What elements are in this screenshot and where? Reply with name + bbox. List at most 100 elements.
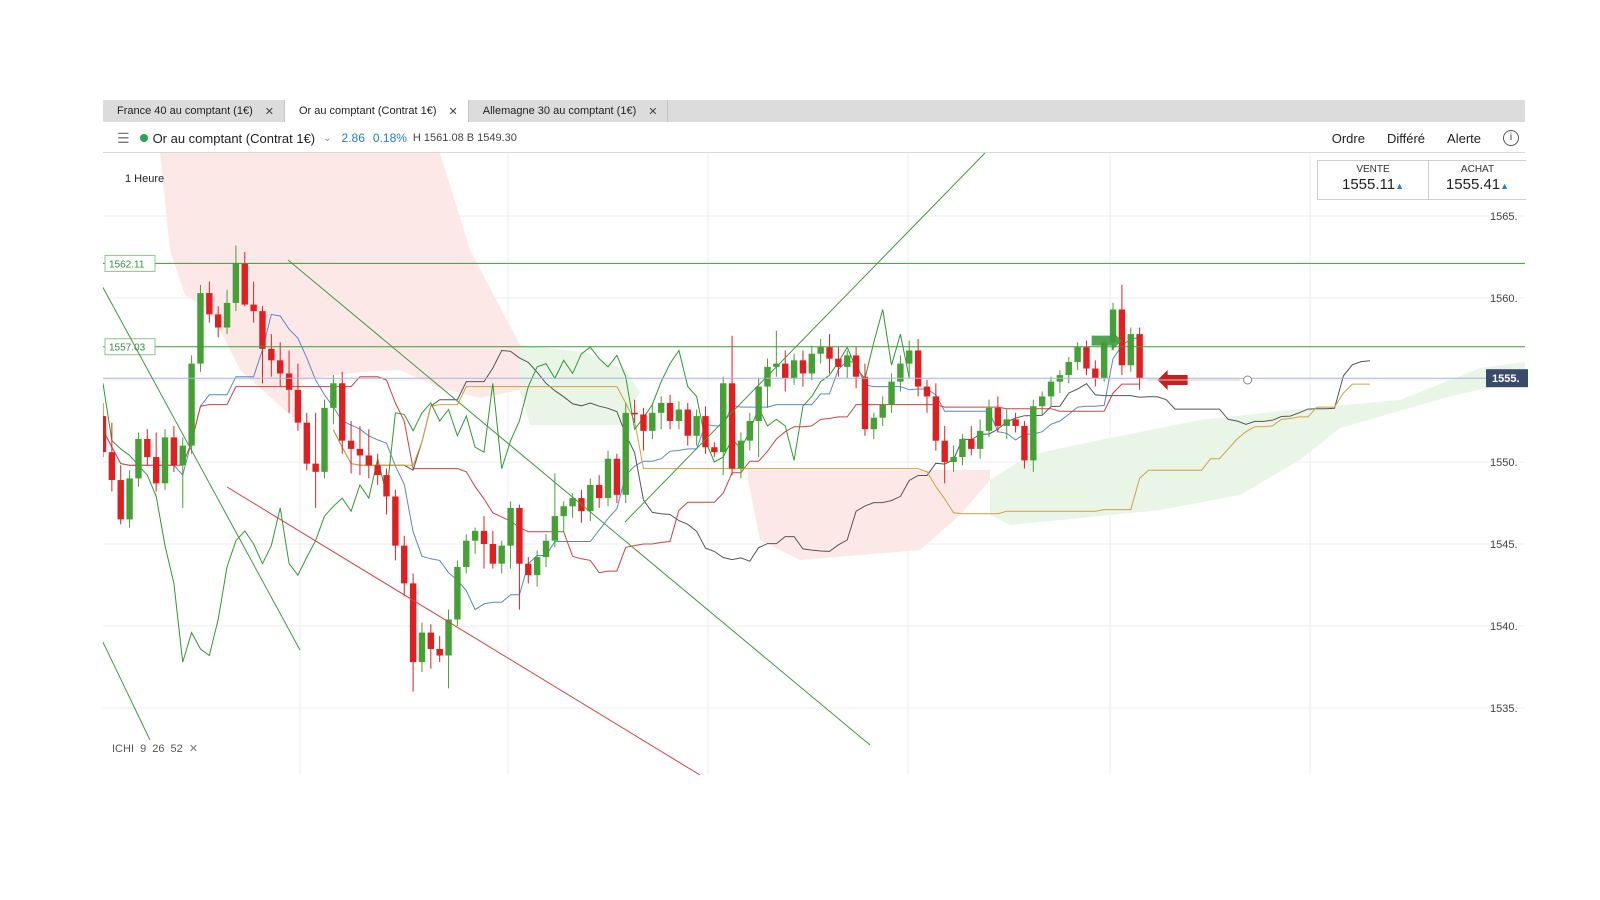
candle-body xyxy=(418,632,426,663)
candle-body xyxy=(250,304,257,312)
sell-price-box[interactable]: VENTE 1555.11▲ xyxy=(1317,160,1429,200)
candle-body xyxy=(1092,368,1099,379)
bullish-cloud xyxy=(990,362,1525,525)
candle-body xyxy=(214,314,222,328)
buy-price-box[interactable]: ACHAT 1555.41▲ xyxy=(1428,160,1526,200)
candle-body xyxy=(649,412,656,431)
candle-body xyxy=(489,544,497,564)
sell-price: 1555.11 xyxy=(1341,176,1396,193)
level-label: 1562.11 xyxy=(109,259,145,270)
candle-body xyxy=(587,484,594,512)
candle-body xyxy=(339,383,346,441)
candle-body xyxy=(516,507,523,564)
level-label: 1557.03 xyxy=(109,343,146,354)
candle-body xyxy=(463,540,470,567)
candle-body xyxy=(923,386,931,397)
candle-body xyxy=(826,347,833,359)
candle-body xyxy=(161,437,169,484)
candle-body xyxy=(976,430,984,449)
candle-body xyxy=(232,263,240,303)
candle-body xyxy=(808,353,815,374)
candle-body xyxy=(613,458,621,495)
candle-body xyxy=(1030,406,1037,461)
candle-body xyxy=(906,350,913,364)
candle-body xyxy=(268,348,275,361)
candle-body xyxy=(303,422,310,464)
candle-body xyxy=(985,407,993,431)
y-axis-tick-label: 1535. xyxy=(1490,703,1518,715)
candle-body xyxy=(932,396,940,441)
trend-line xyxy=(624,153,986,523)
candle-body xyxy=(879,404,886,418)
trading-app: France 40 au comptant (1€) ✕ Or au compt… xyxy=(0,0,1600,900)
candle-body xyxy=(1047,381,1055,397)
candle-body xyxy=(631,412,638,415)
candle-body xyxy=(241,263,248,305)
candle-body xyxy=(356,448,364,456)
up-arrow-icon: ▲ xyxy=(1500,181,1510,191)
candle-body xyxy=(702,416,709,448)
candle-body xyxy=(595,484,603,499)
y-axis-tick-label: 1565. xyxy=(1490,211,1518,223)
candle-body xyxy=(1100,342,1108,379)
candle-body xyxy=(206,293,213,315)
candle-body xyxy=(294,389,302,423)
candle-body xyxy=(170,437,178,466)
candle-body xyxy=(409,583,417,663)
candle-body xyxy=(817,347,824,354)
trend-line xyxy=(226,486,701,775)
candle-body xyxy=(152,457,160,484)
indicator-name: ICHI xyxy=(112,743,134,755)
candle-body xyxy=(941,440,948,462)
candle-body xyxy=(259,311,266,349)
y-axis-tick-label: 1550. xyxy=(1490,457,1518,469)
order-handle-icon xyxy=(1243,375,1253,385)
candle-body xyxy=(622,412,629,495)
candle-body xyxy=(103,416,107,453)
candle-body xyxy=(542,540,550,558)
candle-body xyxy=(188,363,195,446)
candle-body xyxy=(711,447,718,453)
candle-body xyxy=(684,409,691,436)
price-chart[interactable]: 1562.11 1557.03 1565. 1560. 1555. 1550. 1545.… xyxy=(0,0,1600,900)
candle-body xyxy=(1118,309,1126,366)
candle-body xyxy=(675,409,683,421)
candle-body xyxy=(401,545,408,584)
candle-body xyxy=(277,360,284,374)
candle-body xyxy=(551,516,559,541)
candle-body xyxy=(135,439,142,479)
current-price-label: 1555. xyxy=(1492,373,1520,385)
candle-body xyxy=(693,416,700,436)
candle-body xyxy=(861,376,869,430)
timeframe-label[interactable]: 1 Heure xyxy=(125,173,164,185)
candle-body xyxy=(223,302,231,328)
candle-body xyxy=(117,480,124,520)
candle-body xyxy=(108,452,116,481)
remove-indicator-icon[interactable]: ✕ xyxy=(189,743,198,755)
ichimoku-indicator-label: ICHI 9 26 52 ✕ xyxy=(112,742,198,755)
candle-body xyxy=(445,619,452,656)
candle-body xyxy=(1003,419,1010,426)
candle-body xyxy=(1012,419,1019,426)
candle-body xyxy=(365,455,372,466)
y-axis-tick-label: 1540. xyxy=(1490,621,1518,633)
candle-body xyxy=(1136,334,1143,379)
candle-body xyxy=(126,478,133,520)
candle-body xyxy=(746,421,753,441)
candle-body xyxy=(374,465,381,476)
candle-body xyxy=(383,475,390,497)
candle-body xyxy=(197,293,204,364)
candle-body xyxy=(640,414,647,431)
candle-body xyxy=(737,440,745,469)
candle-body xyxy=(1083,347,1090,369)
candle-body xyxy=(604,458,612,499)
candle-body xyxy=(471,530,479,541)
candle-body xyxy=(144,439,151,458)
candle-body xyxy=(392,496,399,546)
candle-body xyxy=(427,632,435,649)
candle-body xyxy=(525,563,532,576)
candle-body xyxy=(994,407,1002,426)
candle-body xyxy=(533,557,541,576)
candle-body xyxy=(790,360,798,379)
candle-body xyxy=(330,383,337,408)
